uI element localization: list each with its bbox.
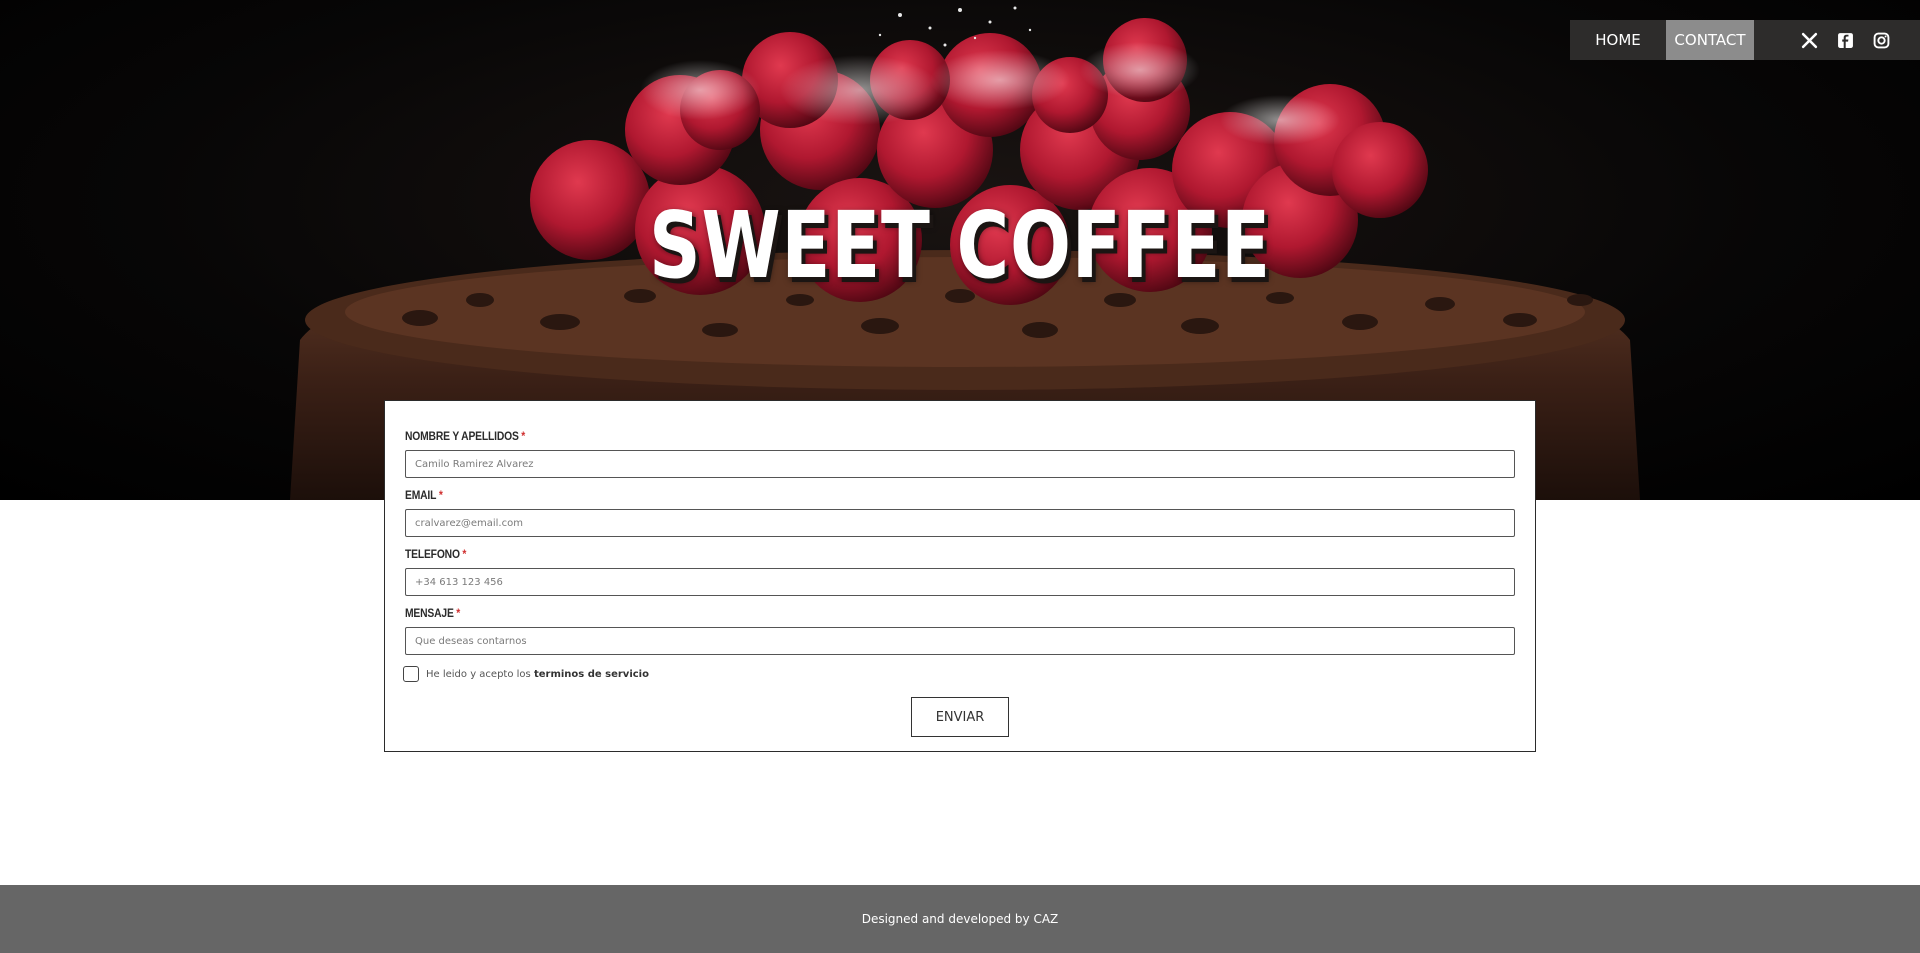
message-field-group: MENSAJE *	[405, 602, 1515, 655]
social-links	[1800, 31, 1890, 49]
terms-link[interactable]: terminos de servicio	[534, 669, 649, 680]
footer-credit: Designed and developed by CAZ	[861, 912, 1059, 926]
email-field-group: EMAIL *	[405, 484, 1515, 537]
email-input[interactable]	[405, 509, 1515, 537]
terms-text: He leido y acepto los terminos de servic…	[426, 668, 649, 680]
email-label: EMAIL *	[405, 488, 443, 502]
required-mark: *	[438, 488, 443, 502]
nav-contact-link[interactable]: CONTACT	[1666, 20, 1754, 60]
hero-title: SWEET COFFEE	[649, 192, 1271, 299]
name-label: NOMBRE Y APELLIDOS *	[405, 429, 526, 443]
instagram-icon[interactable]	[1872, 31, 1890, 49]
x-twitter-icon[interactable]	[1800, 31, 1818, 49]
nav-home-link[interactable]: HOME	[1570, 20, 1666, 60]
top-nav: HOME CONTACT	[1570, 20, 1920, 60]
phone-label: TELEFONO *	[405, 547, 467, 561]
submit-button[interactable]: ENVIAR	[911, 697, 1009, 737]
name-field-group: NOMBRE Y APELLIDOS *	[405, 425, 1515, 478]
required-mark: *	[462, 547, 467, 561]
phone-input[interactable]	[405, 568, 1515, 596]
facebook-icon[interactable]	[1836, 31, 1854, 49]
footer: Designed and developed by CAZ	[0, 885, 1920, 953]
phone-field-group: TELEFONO *	[405, 543, 1515, 596]
name-input[interactable]	[405, 450, 1515, 478]
required-mark: *	[456, 606, 461, 620]
message-input[interactable]	[405, 627, 1515, 655]
terms-row: He leido y acepto los terminos de servic…	[403, 666, 649, 682]
required-mark: *	[521, 429, 526, 443]
message-label: MENSAJE *	[405, 606, 461, 620]
contact-form: NOMBRE Y APELLIDOS* EMAIL* TELEFONO* MEN…	[384, 400, 1536, 752]
terms-checkbox[interactable]	[403, 666, 419, 682]
